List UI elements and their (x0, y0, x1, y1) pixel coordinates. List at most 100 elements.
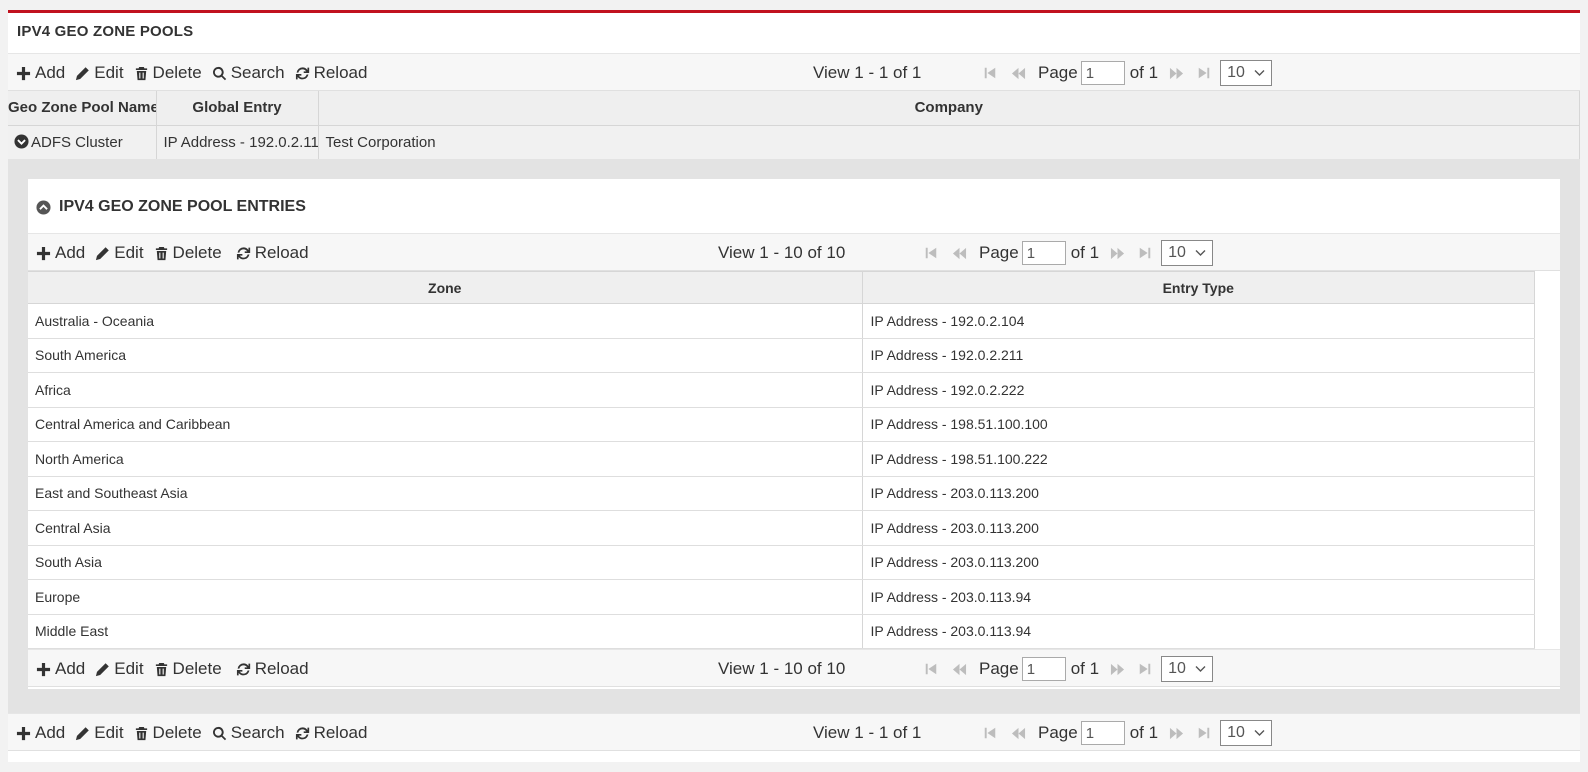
entry-type-cell: IP Address - 192.0.2.222 (862, 372, 1535, 408)
table-row[interactable]: Central America and Caribbean IP Address … (28, 407, 1535, 442)
column-header-company[interactable]: Company (318, 91, 1580, 126)
page-label: Page (979, 243, 1019, 262)
entry-type-cell: IP Address - 198.51.100.100 (862, 407, 1535, 442)
column-header-global-entry[interactable]: Global Entry (156, 91, 319, 126)
company-cell: Test Corporation (318, 125, 1580, 159)
entries-pager: Page of 1 10 (921, 650, 1214, 688)
entries-delete-button[interactable]: Delete (154, 243, 222, 263)
page-number-input[interactable] (1080, 61, 1125, 85)
table-row[interactable]: ADFS Cluster IP Address - 192.0.2.11 Tes… (8, 125, 1580, 159)
page-number-input[interactable] (1021, 657, 1066, 681)
entries-view-info: View 1 - 10 of 10 (718, 659, 846, 678)
next-page-icon[interactable] (1166, 725, 1186, 741)
trash-icon (154, 246, 169, 261)
pool-name-cell: ADFS Cluster (8, 125, 157, 159)
dropdown-chevron-icon (1195, 250, 1206, 256)
first-page-icon[interactable] (921, 661, 941, 677)
last-page-icon[interactable] (1135, 661, 1155, 677)
pools-edit-button[interactable]: Edit (75, 63, 124, 83)
reload-icon (295, 726, 310, 741)
dropdown-chevron-icon (1254, 70, 1265, 76)
prev-page-icon[interactable] (1008, 65, 1028, 81)
table-row[interactable]: East and Southeast Asia IP Address - 203.… (28, 476, 1535, 511)
pools-bottom-toolbar: Add Edit Delete Search Reload View 1 - 1… (8, 713, 1580, 751)
pools-search-button[interactable]: Search (212, 63, 285, 83)
first-page-icon[interactable] (921, 245, 941, 261)
pools-add-button[interactable]: Add (16, 63, 65, 83)
page-number-input[interactable] (1021, 241, 1066, 265)
page-number-input[interactable] (1080, 721, 1125, 745)
entry-type-cell: IP Address - 203.0.113.200 (862, 476, 1535, 511)
entries-reload-button[interactable]: Reload (236, 243, 309, 263)
reload-icon (295, 66, 310, 81)
last-page-icon[interactable] (1194, 65, 1214, 81)
last-page-icon[interactable] (1135, 245, 1155, 261)
first-page-icon[interactable] (980, 725, 1000, 741)
pencil-icon (75, 726, 90, 741)
table-row[interactable]: Europe IP Address - 203.0.113.94 (28, 579, 1535, 615)
geo-zone-pools-grid: IPV4 GEO ZONE POOLS Add Edit Delete Sear… (8, 10, 1580, 762)
entries-delete-button[interactable]: Delete (154, 659, 222, 679)
pools-add-button[interactable]: Add (16, 723, 65, 743)
page-total-label: of 1 (1129, 63, 1159, 82)
table-row[interactable]: Australia - Oceania IP Address - 192.0.2.… (28, 303, 1535, 339)
table-row[interactable]: South Asia IP Address - 203.0.113.200 (28, 545, 1535, 580)
table-row[interactable]: Middle East IP Address - 203.0.113.94 (28, 614, 1535, 649)
trash-icon (154, 662, 169, 677)
entries-add-button[interactable]: Add (36, 659, 85, 679)
column-header-pool-name[interactable]: Geo Zone Pool Name (8, 91, 157, 126)
pencil-icon (75, 66, 90, 81)
pools-reload-button[interactable]: Reload (295, 723, 367, 743)
page-label: Page (979, 659, 1019, 678)
trash-icon (134, 726, 149, 741)
first-page-icon[interactable] (980, 65, 1000, 81)
plus-icon (36, 246, 51, 261)
column-header-zone[interactable]: Zone (28, 271, 863, 304)
entries-add-button[interactable]: Add (36, 243, 85, 263)
rows-per-page-select[interactable]: 10 (1220, 60, 1273, 86)
dropdown-chevron-icon (1195, 666, 1206, 672)
plus-icon (16, 66, 31, 81)
trash-icon (134, 66, 149, 81)
plus-icon (36, 662, 51, 677)
dropdown-chevron-icon (1254, 730, 1265, 736)
zone-cell: South Asia (28, 545, 863, 580)
prev-page-icon[interactable] (1008, 725, 1028, 741)
entries-pager: Page of 1 10 (921, 234, 1214, 272)
search-icon (212, 726, 227, 741)
zone-cell: Europe (28, 579, 863, 615)
collapse-icon[interactable] (36, 200, 51, 215)
next-page-icon[interactable] (1107, 661, 1127, 677)
pools-delete-button[interactable]: Delete (134, 723, 202, 743)
pools-delete-button[interactable]: Delete (134, 63, 202, 83)
rows-per-page-select[interactable]: 10 (1220, 720, 1273, 746)
reload-icon (236, 246, 251, 261)
entry-type-cell: IP Address - 198.51.100.222 (862, 441, 1535, 477)
pools-edit-button[interactable]: Edit (75, 723, 124, 743)
table-row[interactable]: Central Asia IP Address - 203.0.113.200 (28, 510, 1535, 546)
table-row[interactable]: Africa IP Address - 192.0.2.222 (28, 372, 1535, 408)
entry-type-cell: IP Address - 192.0.2.211 (862, 338, 1535, 373)
entries-edit-button[interactable]: Edit (95, 243, 144, 263)
page-label: Page (1038, 723, 1078, 742)
column-header-entry-type[interactable]: Entry Type (862, 271, 1535, 304)
table-row[interactable]: North America IP Address - 198.51.100.222 (28, 441, 1535, 477)
pools-reload-button[interactable]: Reload (295, 63, 367, 83)
zone-cell: South America (28, 338, 863, 373)
entries-caption[interactable]: IPV4 GEO ZONE POOL ENTRIES (28, 179, 1560, 233)
prev-page-icon[interactable] (949, 661, 969, 677)
zone-cell: Australia - Oceania (28, 303, 863, 339)
entries-reload-button[interactable]: Reload (236, 659, 309, 679)
next-page-icon[interactable] (1107, 245, 1127, 261)
rows-per-page-select[interactable]: 10 (1161, 656, 1214, 682)
prev-page-icon[interactable] (949, 245, 969, 261)
plus-icon (16, 726, 31, 741)
table-row[interactable]: South America IP Address - 192.0.2.211 (28, 338, 1535, 373)
rows-per-page-select[interactable]: 10 (1161, 240, 1214, 266)
next-page-icon[interactable] (1166, 65, 1186, 81)
zone-cell: Central America and Caribbean (28, 407, 863, 442)
entries-edit-button[interactable]: Edit (95, 659, 144, 679)
pools-search-button[interactable]: Search (212, 723, 285, 743)
last-page-icon[interactable] (1194, 725, 1214, 741)
collapse-icon[interactable] (14, 134, 29, 149)
